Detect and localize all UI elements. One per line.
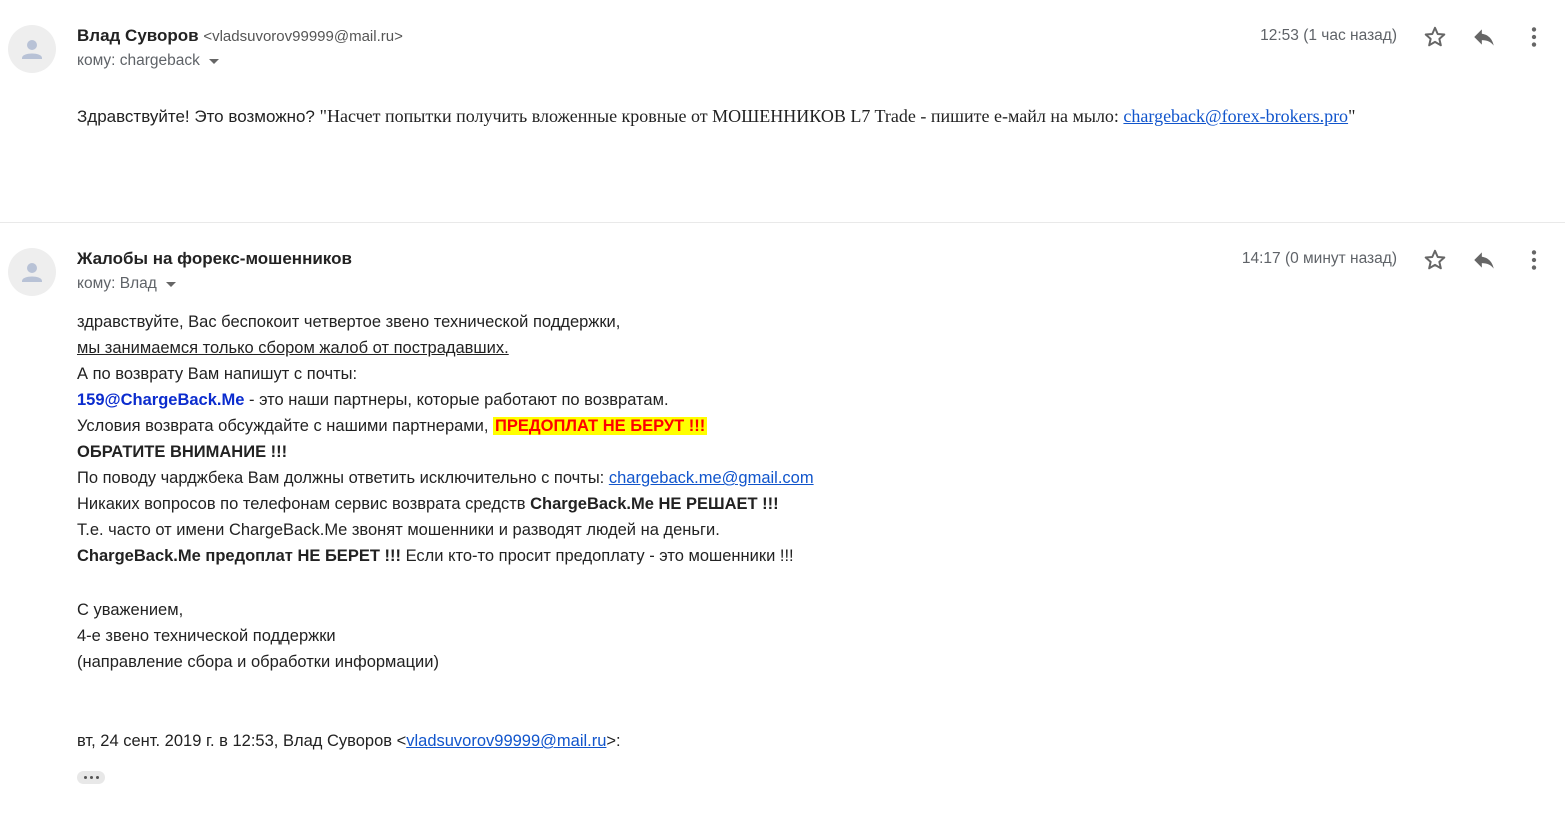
sender-avatar[interactable] [8, 25, 56, 73]
more-vertical-icon [1531, 250, 1537, 270]
email-link[interactable]: chargeback@forex-brokers.pro [1123, 106, 1348, 126]
body-line: Т.е. часто от имени ChargeBack.Me звонят… [77, 521, 720, 539]
body-line: 159@ChargeBack.Me - это наши партнеры, к… [77, 387, 814, 413]
chevron-down-icon[interactable] [208, 58, 219, 64]
sender-name[interactable]: Влад Суворов [77, 26, 199, 45]
bold-text: ChargeBack.Me предоплат НЕ БЕРЕТ !!! [77, 547, 401, 565]
sender-name[interactable]: Жалобы на форекс-мошенников [77, 249, 352, 268]
recipient-label: кому: chargeback [77, 52, 200, 69]
signature-line: 4-е звено технической поддержки [77, 627, 336, 645]
signature-line: (направление сбора и обработки информаци… [77, 653, 439, 671]
message-body: Здравствуйте! Это возможно? "Насчет попы… [77, 106, 1355, 127]
body-line: По поводу чарджбека Вам должны ответить … [77, 465, 814, 491]
quote-prefix: вт, 24 сент. 2019 г. в 12:53, Влад Сувор… [77, 732, 407, 750]
ellipsis-icon [95, 776, 99, 779]
star-button[interactable] [1422, 247, 1448, 273]
star-button[interactable] [1422, 24, 1448, 50]
star-icon [1424, 26, 1446, 47]
reply-button[interactable] [1471, 24, 1497, 50]
message-2: Жалобы на форекс-мошенников кому: Влад 1… [0, 223, 1565, 831]
body-line: Условия возврата обсуждайте с нашими пар… [77, 413, 814, 439]
quote-suffix: >: [606, 732, 621, 750]
chevron-down-icon[interactable] [165, 281, 176, 287]
partner-email: 159@ChargeBack.Me [77, 391, 245, 409]
body-line: здравствуйте, Вас беспокоит четвертое зв… [77, 313, 621, 331]
person-icon [22, 40, 42, 59]
more-options-button[interactable] [1521, 24, 1547, 50]
body-line: мы занимаемся только сбором жалоб от пос… [77, 339, 509, 357]
more-options-button[interactable] [1521, 247, 1547, 273]
reply-button[interactable] [1471, 247, 1497, 273]
recipient-line[interactable]: кому: Влад [77, 275, 176, 293]
sender-email: <vladsuvorov99999@mail.ru> [203, 28, 403, 45]
reply-icon [1474, 29, 1494, 46]
email-link[interactable]: vladsuvorov99999@mail.ru [406, 732, 606, 750]
reply-icon [1474, 252, 1494, 269]
message-1: Влад Суворов <vladsuvorov99999@mail.ru> … [0, 0, 1565, 223]
quote-close: " [1348, 106, 1356, 126]
body-line: ChargeBack.Me предоплат НЕ БЕРЕТ !!! Есл… [77, 543, 814, 569]
body-line: Никаких вопросов по телефонам сервис воз… [77, 491, 814, 517]
highlighted-warning: ПРЕДОПЛАТ НЕ БЕРУТ !!! [493, 417, 708, 435]
ellipsis-icon [83, 776, 87, 779]
person-icon [22, 263, 42, 282]
quoted-text: "Насчет попытки получить вложенные кровн… [319, 106, 1124, 126]
star-icon [1424, 249, 1446, 270]
email-link[interactable]: chargeback.me@gmail.com [609, 469, 814, 487]
body-text: Никаких вопросов по телефонам сервис воз… [77, 495, 531, 513]
sender: Влад Суворов <vladsuvorov99999@mail.ru> [77, 26, 403, 46]
signature-line: С уважением, [77, 601, 184, 619]
recipient-label: кому: Влад [77, 275, 157, 292]
body-line: А по возврату Вам напишут с почты: [77, 365, 358, 383]
attention-heading: ОБРАТИТЕ ВНИМАНИЕ !!! [77, 443, 288, 461]
bold-text: ChargeBack.Me НЕ РЕШАЕТ !!! [530, 495, 779, 513]
sender-avatar[interactable] [8, 248, 56, 296]
ellipsis-icon [89, 776, 93, 779]
more-vertical-icon [1531, 27, 1537, 47]
recipient-line[interactable]: кому: chargeback [77, 52, 219, 70]
sender: Жалобы на форекс-мошенников [77, 249, 352, 269]
quote-header: вт, 24 сент. 2019 г. в 12:53, Влад Сувор… [77, 732, 621, 751]
body-text: Если кто-то просит предоплату - это моше… [400, 547, 794, 565]
body-text: Условия возврата обсуждайте с нашими пар… [77, 417, 494, 435]
message-time: 12:53 (1 час назад) [1260, 27, 1397, 44]
greeting-text: Здравствуйте! Это возможно? [77, 107, 320, 126]
body-text: - это наши партнеры, которые работают по… [244, 391, 669, 409]
show-trimmed-content-button[interactable] [77, 771, 105, 784]
message-time: 14:17 (0 минут назад) [1241, 250, 1397, 267]
message-body: здравствуйте, Вас беспокоит четвертое зв… [77, 309, 814, 675]
body-text: По поводу чарджбека Вам должны ответить … [77, 469, 609, 487]
